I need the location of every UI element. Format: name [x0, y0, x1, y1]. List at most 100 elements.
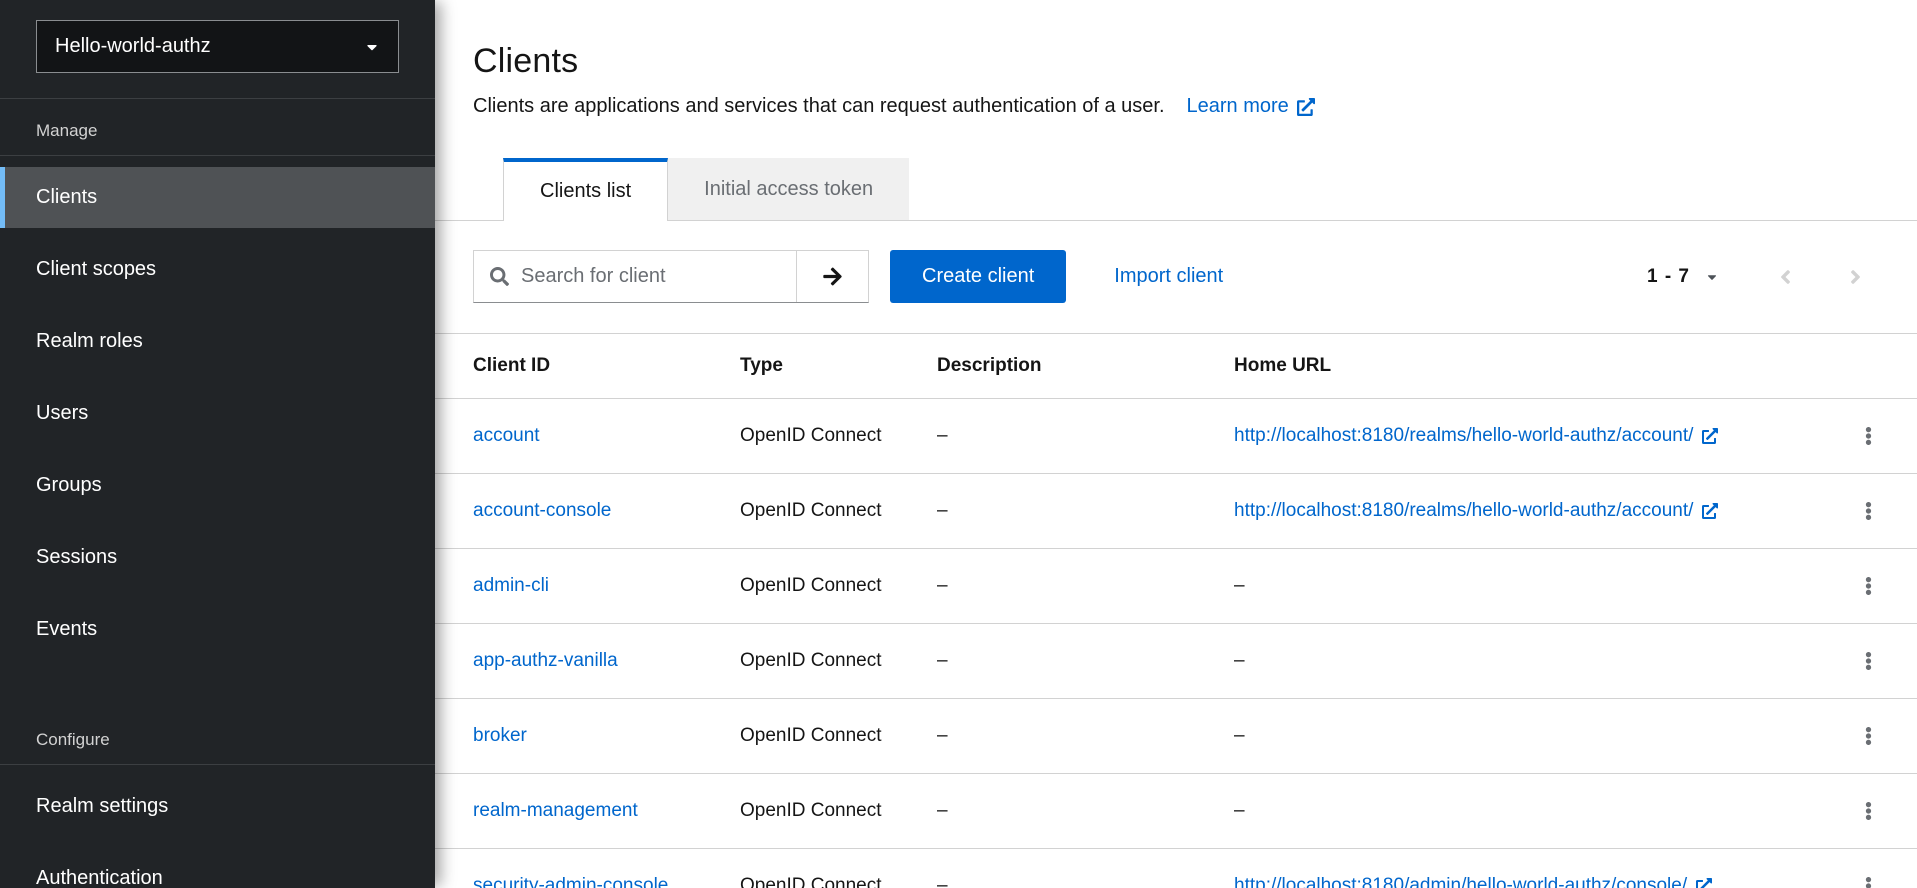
search-input[interactable] — [521, 265, 784, 288]
sidebar-item-users[interactable]: Users — [0, 383, 435, 444]
home-url-empty: – — [1234, 774, 1847, 849]
chevron-right-icon — [1848, 266, 1863, 288]
page-header: Clients Clients are applications and ser… — [435, 0, 1917, 118]
home-url-link[interactable]: http://localhost:8180/admin/hello-world-… — [1234, 875, 1712, 888]
realm-selector-label: Hello-world-authz — [55, 35, 211, 58]
external-link-icon — [1297, 98, 1315, 116]
sidebar-item-realm-roles[interactable]: Realm roles — [0, 311, 435, 372]
client-id-link[interactable]: account — [473, 425, 540, 446]
tab-strip: Clients list Initial access token — [435, 158, 1917, 221]
client-description: – — [937, 849, 1234, 888]
search-group — [473, 250, 869, 303]
realm-selector-dropdown[interactable]: Hello-world-authz — [36, 20, 399, 73]
table-row: account OpenID Connect – http://localhos… — [435, 399, 1917, 474]
table-row: app-authz-vanilla OpenID Connect – – — [435, 624, 1917, 699]
kebab-icon — [1865, 648, 1872, 674]
toolbar: Create client Import client 1 - 7 — [435, 221, 1917, 334]
pagination-prev-button[interactable] — [1763, 255, 1807, 299]
client-type: OpenID Connect — [740, 774, 937, 849]
table-row: admin-cli OpenID Connect – – — [435, 549, 1917, 624]
row-actions-kebab-button[interactable] — [1847, 790, 1889, 832]
clients-table: Client ID Type Description Home URL acco… — [435, 334, 1917, 888]
table-row: broker OpenID Connect – – — [435, 699, 1917, 774]
home-url-link[interactable]: http://localhost:8180/realms/hello-world… — [1234, 425, 1718, 447]
kebab-icon — [1865, 573, 1872, 599]
nav-section-manage: Manage Clients Client scopes Realm roles… — [0, 99, 435, 660]
client-description: – — [937, 699, 1234, 774]
client-description: – — [937, 774, 1234, 849]
pagination-range-label: 1 - 7 — [1647, 266, 1690, 288]
sidebar-nav: Hello-world-authz Manage Clients Client … — [0, 0, 435, 888]
nav-section-configure: Configure Realm settings Authentication — [0, 708, 435, 888]
column-header-description[interactable]: Description — [937, 334, 1234, 399]
row-actions-kebab-button[interactable] — [1847, 640, 1889, 682]
table-row: account-console OpenID Connect – http://… — [435, 474, 1917, 549]
tab-initial-access-token[interactable]: Initial access token — [668, 158, 909, 220]
kebab-icon — [1865, 798, 1872, 824]
tab-clients-list[interactable]: Clients list — [503, 158, 668, 221]
client-id-link[interactable]: realm-management — [473, 800, 638, 821]
sidebar-item-clients[interactable]: Clients — [0, 167, 435, 228]
table-row: security-admin-console OpenID Connect – … — [435, 849, 1917, 888]
client-description: – — [937, 624, 1234, 699]
client-id-link[interactable]: broker — [473, 725, 527, 746]
kebab-icon — [1865, 873, 1872, 888]
table-header-row: Client ID Type Description Home URL — [435, 334, 1917, 399]
page-title: Clients — [473, 42, 1879, 81]
caret-down-icon — [364, 39, 380, 55]
client-id-link[interactable]: account-console — [473, 500, 611, 521]
page-description: Clients are applications and services th… — [473, 95, 1165, 118]
home-url-link[interactable]: http://localhost:8180/realms/hello-world… — [1234, 500, 1718, 522]
home-url-empty: – — [1234, 624, 1847, 699]
row-actions-kebab-button[interactable] — [1847, 715, 1889, 757]
client-type: OpenID Connect — [740, 399, 937, 474]
row-actions-kebab-button[interactable] — [1847, 565, 1889, 607]
column-header-home-url[interactable]: Home URL — [1234, 334, 1847, 399]
home-url-empty: – — [1234, 549, 1847, 624]
chevron-left-icon — [1778, 266, 1793, 288]
search-submit-button[interactable] — [796, 251, 868, 302]
client-type: OpenID Connect — [740, 624, 937, 699]
sidebar-item-client-scopes[interactable]: Client scopes — [0, 239, 435, 300]
import-client-link[interactable]: Import client — [1114, 265, 1223, 288]
pagination-next-button[interactable] — [1833, 255, 1877, 299]
nav-section-title-manage: Manage — [0, 99, 435, 156]
client-description: – — [937, 474, 1234, 549]
client-type: OpenID Connect — [740, 474, 937, 549]
nav-section-title-configure: Configure — [0, 708, 435, 765]
column-header-actions — [1847, 334, 1917, 399]
sidebar-item-events[interactable]: Events — [0, 599, 435, 660]
learn-more-link[interactable]: Learn more — [1187, 95, 1315, 118]
external-link-icon — [1702, 503, 1718, 519]
column-header-client-id[interactable]: Client ID — [435, 334, 740, 399]
sidebar-item-groups[interactable]: Groups — [0, 455, 435, 516]
client-id-link[interactable]: admin-cli — [473, 575, 549, 596]
sidebar-item-realm-settings[interactable]: Realm settings — [0, 776, 435, 837]
client-type: OpenID Connect — [740, 849, 937, 888]
row-actions-kebab-button[interactable] — [1847, 865, 1889, 888]
kebab-icon — [1865, 423, 1872, 449]
arrow-right-icon — [822, 266, 843, 287]
sidebar-item-authentication[interactable]: Authentication — [0, 848, 435, 888]
column-header-type[interactable]: Type — [740, 334, 937, 399]
client-type: OpenID Connect — [740, 549, 937, 624]
client-id-link[interactable]: app-authz-vanilla — [473, 650, 618, 671]
pagination-top: 1 - 7 — [1647, 255, 1877, 299]
kebab-icon — [1865, 723, 1872, 749]
home-url-empty: – — [1234, 699, 1847, 774]
client-description: – — [937, 549, 1234, 624]
search-icon — [490, 267, 509, 286]
client-id-link[interactable]: security-admin-console — [473, 875, 668, 888]
create-client-button[interactable]: Create client — [890, 250, 1066, 303]
pagination-range-dropdown[interactable]: 1 - 7 — [1647, 266, 1719, 288]
client-type: OpenID Connect — [740, 699, 937, 774]
external-link-icon — [1702, 428, 1718, 444]
main-content: Clients Clients are applications and ser… — [435, 0, 1917, 888]
sidebar-item-sessions[interactable]: Sessions — [0, 527, 435, 588]
row-actions-kebab-button[interactable] — [1847, 490, 1889, 532]
external-link-icon — [1696, 878, 1712, 888]
table-row: realm-management OpenID Connect – – — [435, 774, 1917, 849]
client-description: – — [937, 399, 1234, 474]
caret-down-icon — [1705, 270, 1719, 284]
row-actions-kebab-button[interactable] — [1847, 415, 1889, 457]
